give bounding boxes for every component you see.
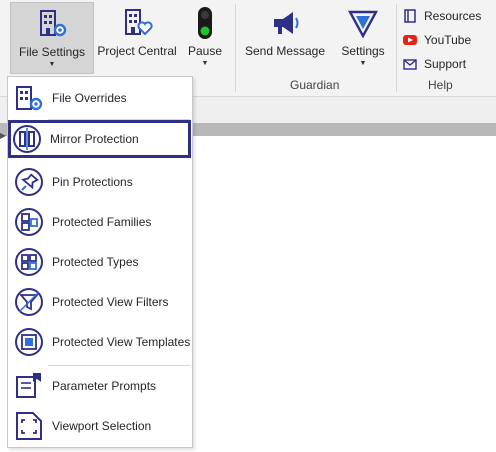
ribbon-separator — [396, 4, 397, 92]
support-link[interactable]: Support — [402, 54, 466, 74]
chevron-down-icon: ▼ — [48, 61, 56, 68]
building-gear-icon — [40, 10, 67, 37]
menu-item-pin-protections[interactable]: Pin Protections — [10, 164, 190, 200]
menu-item-label: Protected View Templates — [52, 335, 191, 349]
file-overrides-icon — [16, 86, 43, 111]
file-settings-button[interactable]: File Settings ▼ — [10, 2, 94, 74]
families-icon — [15, 208, 43, 236]
menu-item-parameter-prompts[interactable]: Parameter Prompts — [10, 368, 190, 404]
youtube-label: YouTube — [424, 33, 472, 47]
types-icon — [15, 248, 43, 276]
resources-link[interactable]: Resources — [402, 6, 481, 26]
building-heart-icon — [125, 9, 153, 36]
menu-separator — [48, 365, 190, 366]
support-label: Support — [424, 57, 467, 71]
chevron-right-icon[interactable]: ▶ — [0, 131, 6, 140]
chevron-down-icon: ▼ — [201, 60, 209, 67]
menu-item-protected-view-templates[interactable]: Protected View Templates — [10, 324, 190, 360]
menu-item-protected-families[interactable]: Protected Families — [10, 204, 190, 240]
send-message-label: Send Message — [244, 44, 326, 58]
pause-label: Pause — [187, 44, 223, 58]
menu-item-file-overrides[interactable]: File Overrides — [10, 80, 190, 116]
menu-item-label: Pin Protections — [52, 175, 133, 189]
menu-item-label: Viewport Selection — [52, 419, 152, 433]
ribbon-separator — [235, 4, 236, 92]
help-group-label: Help — [428, 78, 453, 92]
menu-item-mirror-protection[interactable]: Mirror Protection — [8, 120, 191, 158]
guardian-shield-icon — [347, 10, 379, 39]
chevron-down-icon: ▼ — [359, 60, 367, 67]
parameter-icon — [16, 373, 41, 398]
envelope-icon — [403, 59, 417, 70]
file-settings-menu: File Overrides Mirror Protection Pin Pro… — [7, 76, 193, 448]
menu-item-label: Protected View Filters — [52, 295, 169, 309]
resources-label: Resources — [424, 9, 482, 23]
viewport-icon — [16, 412, 42, 440]
menu-item-protected-types[interactable]: Protected Types — [10, 244, 190, 280]
pin-icon — [15, 168, 43, 196]
book-icon — [404, 9, 416, 23]
template-icon — [15, 328, 43, 356]
youtube-icon — [403, 35, 417, 45]
menu-item-label: Protected Types — [52, 255, 139, 269]
youtube-link[interactable]: YouTube — [402, 30, 471, 50]
menu-item-protected-view-filters[interactable]: Protected View Filters — [10, 284, 190, 320]
send-message-button[interactable]: Send Message — [244, 2, 326, 74]
pause-button[interactable]: Pause ▼ — [182, 2, 228, 74]
megaphone-icon — [274, 12, 299, 34]
menu-item-viewport-selection[interactable]: Viewport Selection — [10, 408, 190, 444]
menu-item-label: Protected Families — [52, 215, 152, 229]
project-central-label: Project Central — [97, 44, 177, 58]
mirror-protection-icon — [13, 125, 41, 153]
settings-button[interactable]: Settings ▼ — [338, 2, 388, 74]
settings-label: Settings — [341, 44, 385, 58]
filter-icon — [15, 288, 43, 316]
project-central-button[interactable]: Project Central — [96, 2, 178, 74]
menu-item-label: Mirror Protection — [50, 132, 139, 146]
traffic-light-icon — [198, 7, 212, 39]
file-settings-label: File Settings — [18, 45, 86, 59]
guardian-group-label: Guardian — [290, 78, 340, 92]
menu-item-label: Parameter Prompts — [52, 379, 157, 393]
menu-item-label: File Overrides — [52, 91, 127, 105]
